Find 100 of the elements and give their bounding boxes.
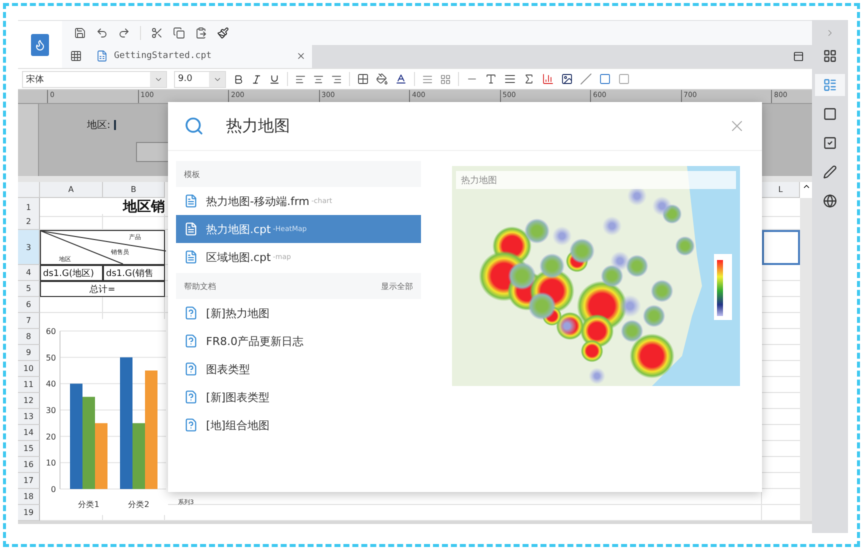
grid-icon xyxy=(823,49,837,63)
heat-spot xyxy=(627,186,647,206)
undo-icon[interactable] xyxy=(96,26,108,39)
row-number[interactable]: 12 xyxy=(18,393,40,409)
text-cursor xyxy=(114,120,116,130)
result-item[interactable]: FR8.0产品更新日志 xyxy=(176,327,421,355)
bold-icon[interactable] xyxy=(233,74,244,84)
row-number[interactable]: 4 xyxy=(18,265,40,281)
formula-icon[interactable] xyxy=(523,73,535,85)
row-number[interactable]: 2 xyxy=(18,214,40,230)
save-icon[interactable] xyxy=(74,26,86,39)
row-number[interactable]: 16 xyxy=(18,457,40,473)
image-icon[interactable] xyxy=(561,73,573,85)
redo-icon[interactable] xyxy=(118,26,130,39)
row-number[interactable]: 14 xyxy=(18,425,40,441)
app-logo-icon[interactable] xyxy=(31,34,49,56)
font-color-icon[interactable] xyxy=(395,73,407,85)
axis-label: 分类2 xyxy=(128,500,150,509)
axis-label: 60 xyxy=(46,327,56,336)
result-item[interactable]: [地]组合地图 xyxy=(176,411,421,439)
selected-cell[interactable] xyxy=(762,230,800,265)
font-size-select[interactable]: 9.0 xyxy=(174,70,226,88)
table-cell: ds1.G(地区) xyxy=(40,265,103,281)
section-title: 帮助文档 xyxy=(184,280,216,292)
help-document-icon xyxy=(184,390,198,404)
heat-spot xyxy=(610,251,630,271)
axis-label: 0 xyxy=(50,485,56,494)
corner-cell xyxy=(18,182,40,198)
result-item[interactable]: [新]热力地图 xyxy=(176,299,421,327)
heat-spot xyxy=(569,238,595,264)
align-left-icon[interactable] xyxy=(295,74,306,84)
result-item[interactable]: 图表类型 xyxy=(176,355,421,383)
brush-icon[interactable] xyxy=(217,26,229,39)
row-number[interactable]: 11 xyxy=(18,377,40,393)
report-title: 地区销 xyxy=(40,198,165,217)
heat-spot xyxy=(650,280,674,302)
spreadsheet-icon[interactable] xyxy=(96,50,108,62)
font-select[interactable]: 宋体 xyxy=(22,70,167,88)
align-center-icon[interactable] xyxy=(313,74,324,84)
row-number[interactable]: 10 xyxy=(18,361,40,377)
row-number[interactable]: 19 xyxy=(18,505,40,521)
split-icon[interactable] xyxy=(440,74,451,84)
row-number[interactable]: 7 xyxy=(18,313,40,329)
heat-spot xyxy=(602,216,622,236)
row-number[interactable]: 5 xyxy=(18,281,40,297)
row-number[interactable]: 13 xyxy=(18,409,40,425)
merge-icon[interactable] xyxy=(422,74,433,84)
chart-bar xyxy=(95,423,108,489)
border-icon[interactable] xyxy=(357,73,369,85)
caret-icon xyxy=(802,182,810,191)
template-file-icon xyxy=(184,250,198,264)
globe-icon xyxy=(823,194,837,208)
panel-icon[interactable] xyxy=(792,50,804,62)
paragraph-icon[interactable] xyxy=(504,73,516,85)
axis-label: 分类1 xyxy=(78,500,100,509)
heat-spot xyxy=(588,368,606,384)
section-title: 模板 xyxy=(184,168,200,180)
text-icon[interactable] xyxy=(485,73,497,85)
paste-icon[interactable] xyxy=(195,26,207,39)
column-header[interactable]: A xyxy=(40,182,103,198)
help-document-icon xyxy=(184,334,198,348)
document-tab[interactable]: GettingStarted.cpt xyxy=(90,44,312,68)
help-document-icon xyxy=(184,306,198,320)
close-icon[interactable] xyxy=(296,51,306,62)
heat-spot xyxy=(642,304,666,328)
map-title: 热力地图 xyxy=(456,171,736,189)
row-number[interactable]: 9 xyxy=(18,345,40,361)
align-right-icon[interactable] xyxy=(331,74,342,84)
table-cell xyxy=(40,214,103,230)
column-header[interactable]: B xyxy=(103,182,165,198)
row-number[interactable]: 18 xyxy=(18,489,40,505)
italic-icon[interactable] xyxy=(251,74,262,84)
slash-icon[interactable] xyxy=(580,73,592,85)
grid-icon[interactable] xyxy=(70,50,82,62)
row-number[interactable]: 3 xyxy=(18,230,40,265)
axis-label: 40 xyxy=(46,380,56,389)
form-icon xyxy=(823,78,837,92)
copy-icon[interactable] xyxy=(173,26,185,39)
axis-label: 30 xyxy=(46,406,56,415)
parameter-label: 地区: xyxy=(87,118,110,132)
heat-spot xyxy=(675,236,695,256)
checklist-icon xyxy=(823,136,837,150)
table-cell xyxy=(103,214,165,230)
result-item[interactable]: [新]图表类型 xyxy=(176,383,421,411)
show-all-link[interactable]: 显示全部 xyxy=(381,280,413,292)
cut-icon[interactable] xyxy=(151,26,163,39)
row-number[interactable]: 8 xyxy=(18,329,40,345)
row-number[interactable]: 17 xyxy=(18,473,40,489)
row-number[interactable]: 6 xyxy=(18,297,40,313)
underline-icon[interactable] xyxy=(269,74,280,84)
chart-icon[interactable] xyxy=(542,73,554,85)
axis-label: 20 xyxy=(46,432,56,442)
square-icon xyxy=(823,107,837,121)
axis-label: 50 xyxy=(46,353,56,362)
template-file-icon xyxy=(184,222,198,236)
column-header[interactable]: L xyxy=(762,182,800,198)
row-number[interactable]: 15 xyxy=(18,441,40,457)
widget-icon[interactable] xyxy=(599,73,611,85)
fill-icon[interactable] xyxy=(376,73,388,85)
search-field[interactable]: 热力地图 xyxy=(226,116,706,136)
